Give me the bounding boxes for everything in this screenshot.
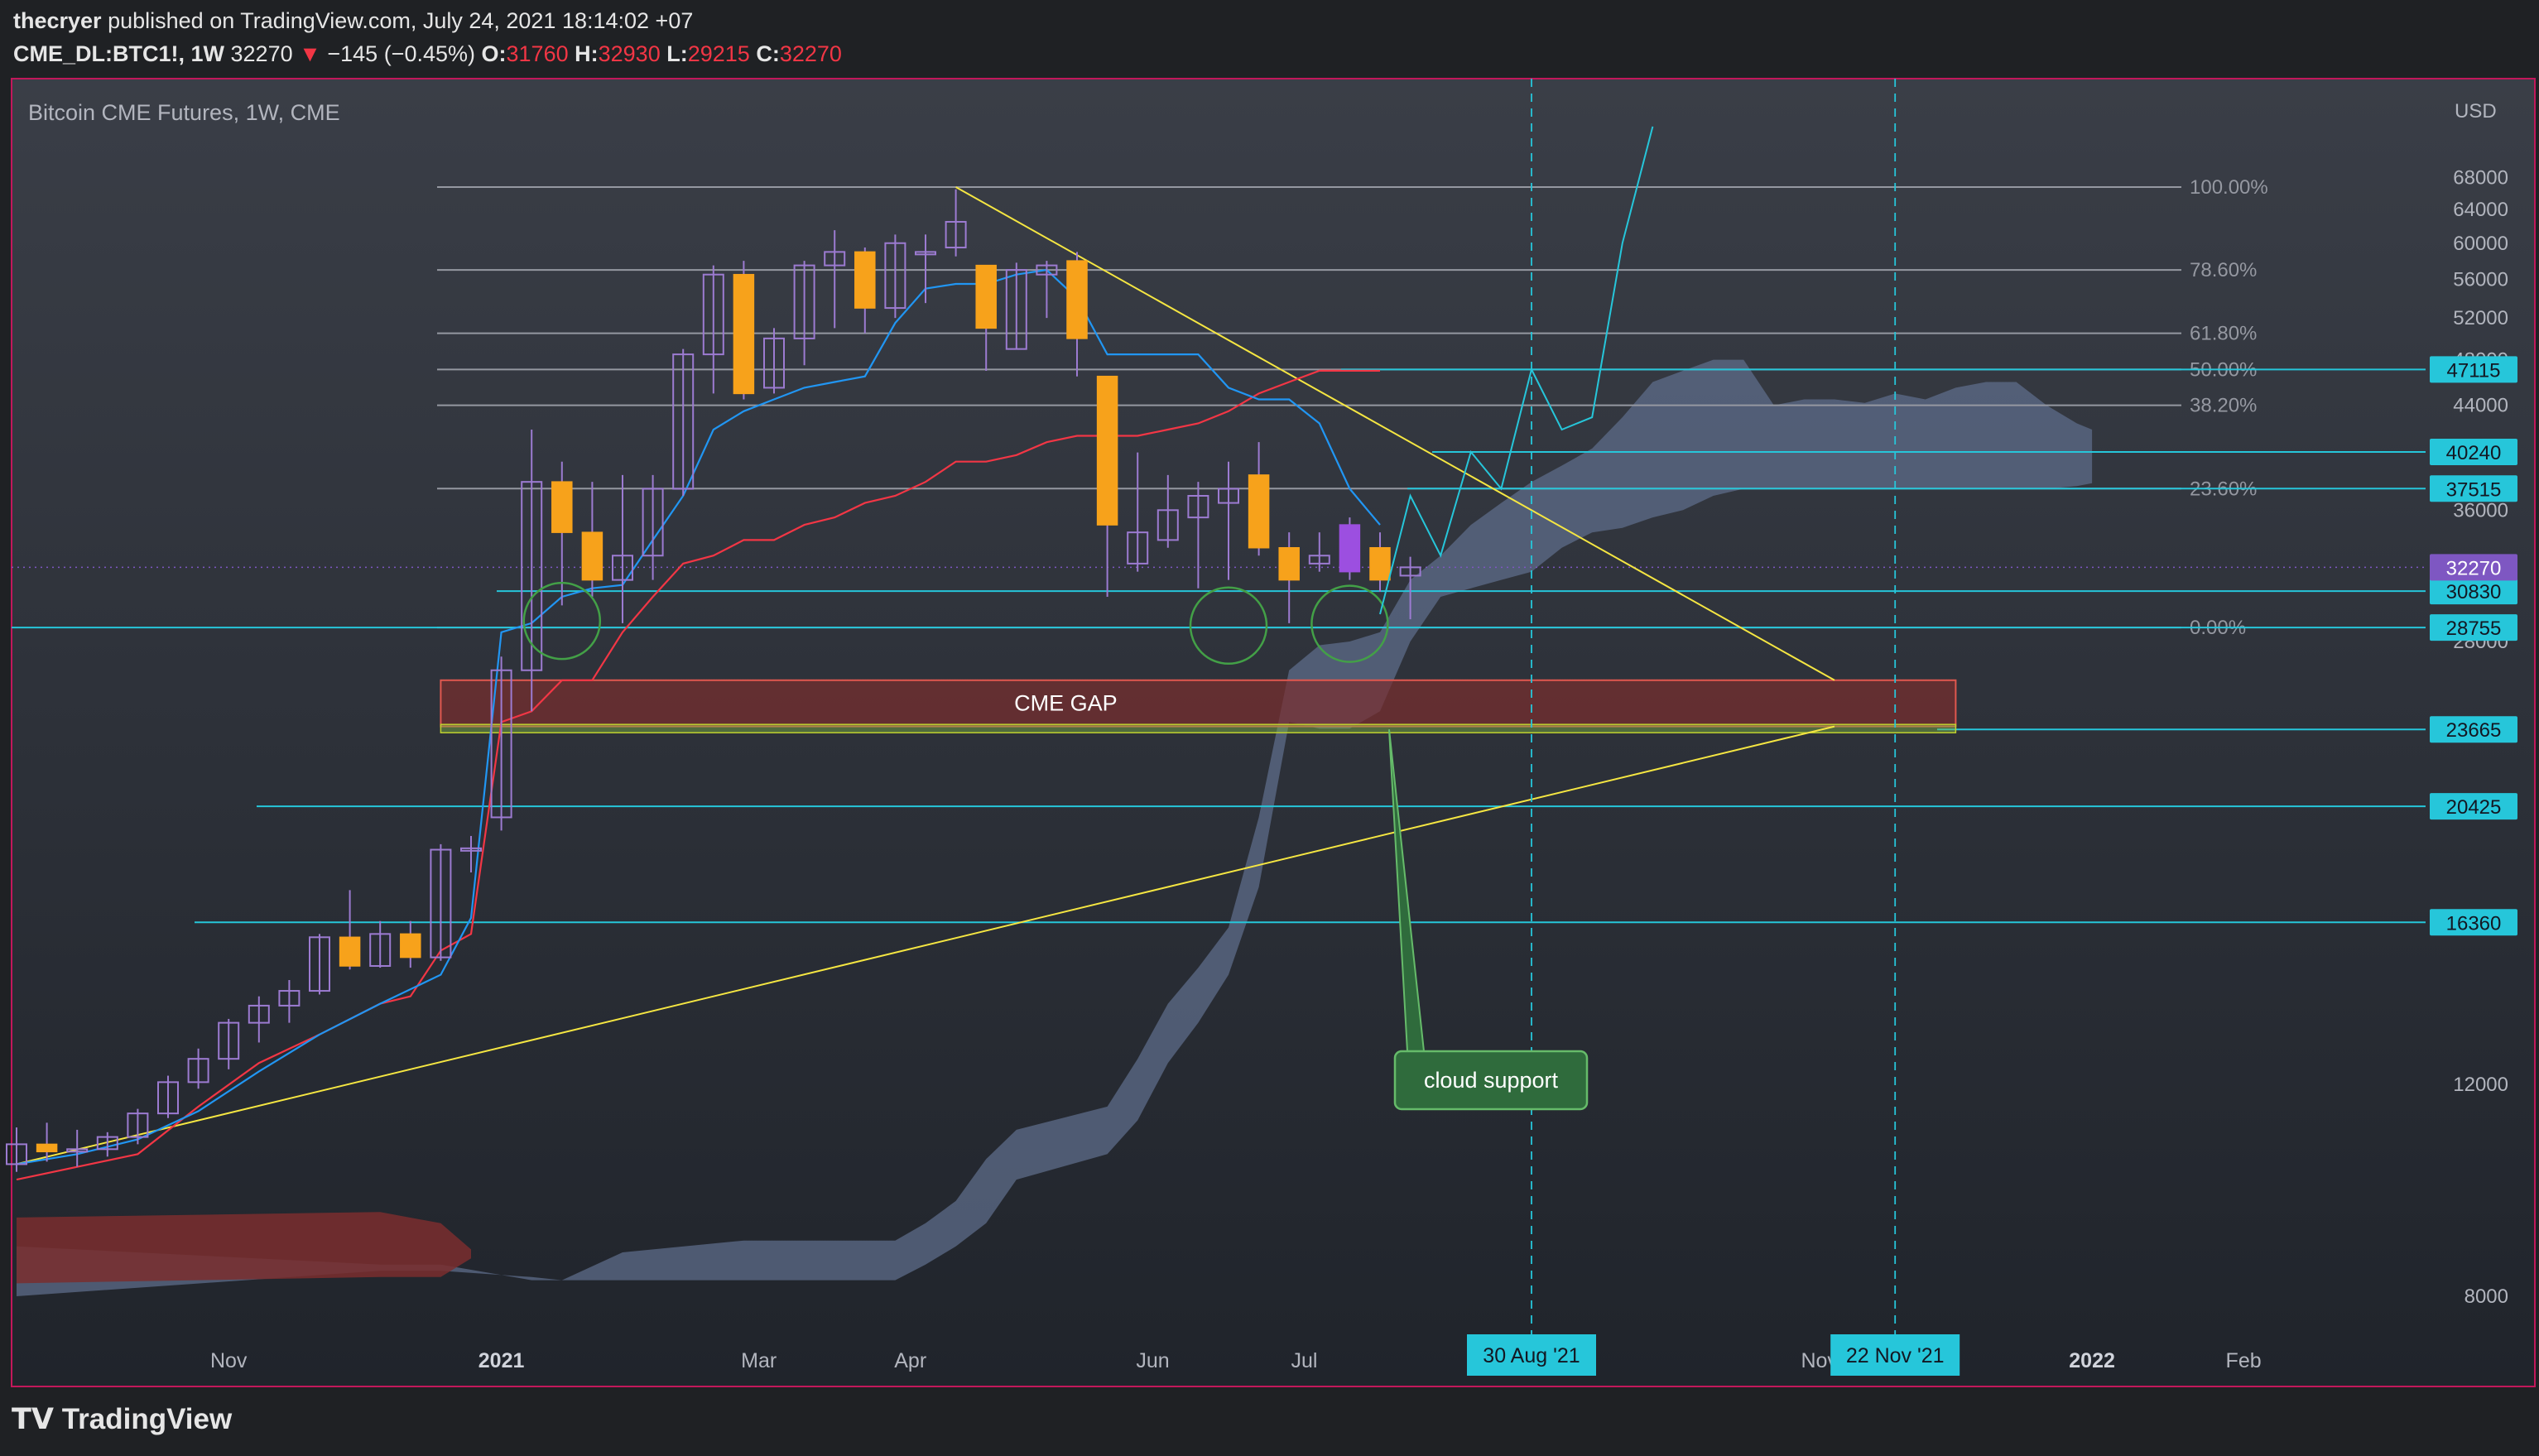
ichimoku-cloud-bearish <box>17 1212 471 1284</box>
price-level-value: 20425 <box>2446 796 2502 819</box>
currency-label: USD <box>2455 100 2497 123</box>
y-tick-label: 12000 <box>2453 1074 2508 1096</box>
price-level-value: 23665 <box>2446 719 2502 742</box>
chart-title: Bitcoin CME Futures, 1W, CME <box>28 100 340 125</box>
price-level-value: 37515 <box>2446 478 2502 501</box>
cme-gap-zone <box>440 679 1957 728</box>
y-tick-label: 64000 <box>2453 199 2508 221</box>
candle-body <box>733 273 755 395</box>
brand-name: TradingView <box>61 1403 233 1435</box>
callout-label: cloud support <box>1424 1068 1559 1093</box>
candle-body <box>1369 546 1391 581</box>
y-tick-label: 44000 <box>2453 395 2508 417</box>
cme-gap-label: CME GAP <box>1014 691 1118 716</box>
candle-down[interactable] <box>733 261 755 400</box>
y-tick-label: 36000 <box>2453 499 2508 521</box>
candle-body <box>551 481 573 533</box>
candle-body <box>581 531 603 581</box>
y-tick-label: 60000 <box>2453 233 2508 255</box>
price-chart[interactable]: 100.00%78.60%61.80%50.00%38.20%23.60%0.0… <box>0 0 2539 1456</box>
x-tick-label: Jul <box>1291 1349 1318 1372</box>
price-level-value: 47115 <box>2447 359 2501 382</box>
candle-body <box>1066 260 1088 339</box>
candle-up[interactable] <box>1339 517 1361 580</box>
fib-level-label: 78.60% <box>2190 259 2257 281</box>
x-tick-label: Jun <box>1136 1349 1169 1372</box>
fib-level-label: 100.00% <box>2190 176 2268 199</box>
candle-body <box>975 264 997 329</box>
price-level-value: 30830 <box>2446 581 2502 603</box>
candle-body <box>339 936 361 967</box>
candle-body <box>36 1143 58 1153</box>
y-tick-label: 8000 <box>2464 1285 2508 1308</box>
candle-body <box>1248 474 1270 549</box>
date-marker-label: 30 Aug '21 <box>1483 1344 1580 1367</box>
support-band <box>440 723 1957 733</box>
candle-body <box>854 251 876 309</box>
x-tick-label: 2021 <box>478 1349 525 1372</box>
last-price-value: 32270 <box>2446 557 2502 579</box>
x-tick-label: Mar <box>741 1349 777 1372</box>
x-tick-label: 2022 <box>2069 1349 2115 1372</box>
tradingview-logo-icon: 𝗧𝗩 <box>12 1403 54 1435</box>
fib-level-label: 38.20% <box>2190 395 2257 417</box>
price-level-value: 28755 <box>2446 617 2502 640</box>
date-marker-label: 22 Nov '21 <box>1846 1344 1945 1367</box>
candle-body <box>1096 375 1118 526</box>
candle-body <box>1339 524 1361 573</box>
price-level-value: 16360 <box>2446 912 2502 935</box>
y-tick-label: 52000 <box>2453 307 2508 329</box>
x-tick-label: Feb <box>2226 1349 2262 1372</box>
y-tick-label: 68000 <box>2453 167 2508 190</box>
candle-body <box>1278 546 1300 581</box>
x-tick-label: Nov <box>210 1349 248 1372</box>
x-tick-label: Apr <box>894 1349 926 1372</box>
fib-level-label: 61.80% <box>2190 323 2257 345</box>
tradingview-logo[interactable]: 𝗧𝗩 TradingView <box>12 1403 232 1436</box>
candle-body <box>400 933 421 959</box>
price-level-value: 40240 <box>2446 442 2502 464</box>
y-tick-label: 56000 <box>2453 268 2508 291</box>
